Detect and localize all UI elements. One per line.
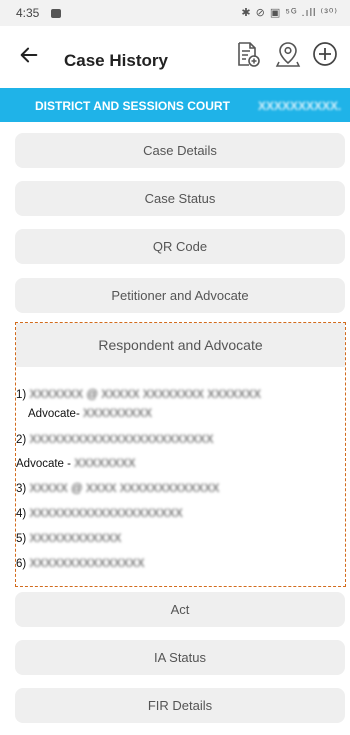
respondent-1-number: 1) xyxy=(16,389,27,401)
document-add-icon[interactable] xyxy=(233,40,261,68)
respondent-5: 5) XXXXXXXXXXXX xyxy=(16,533,121,545)
respondent-4-number: 4) xyxy=(16,508,27,520)
page-title: Case History xyxy=(64,51,168,70)
petitioner-advocate-label: Petitioner and Advocate xyxy=(111,288,249,303)
court-name-redacted: XXXXXXXXXX. xyxy=(258,99,342,113)
location-pin-icon[interactable] xyxy=(274,40,302,68)
respondent-3: 3) XXXXX @ XXXX XXXXXXXXXXXXX xyxy=(16,483,219,495)
back-icon[interactable] xyxy=(18,44,40,66)
respondent-advocate-button[interactable]: Respondent and Advocate xyxy=(16,323,345,367)
add-circle-icon[interactable] xyxy=(311,40,339,68)
respondent-1-advocate: Advocate- XXXXXXXXX xyxy=(28,408,152,420)
respondent-3-name: XXXXX @ XXXX XXXXXXXXXXXXX xyxy=(29,483,220,495)
app-bar: Case History xyxy=(0,26,350,88)
respondent-1-advocate-name: XXXXXXXXX xyxy=(82,408,153,420)
respondent-1: 1) XXXXXXX @ XXXXX XXXXXXXX XXXXXXX xyxy=(16,389,261,401)
respondent-2-advocate: Advocate - XXXXXXXX xyxy=(16,458,136,470)
qr-code-button[interactable]: QR Code xyxy=(15,229,345,264)
case-details-label: Case Details xyxy=(143,143,217,158)
court-banner: DISTRICT AND SESSIONS COURT XXXXXXXXXX. xyxy=(0,88,350,122)
status-time: 4:35 xyxy=(16,6,40,20)
act-button[interactable]: Act xyxy=(15,592,345,627)
respondent-6-name: XXXXXXXXXXXXXXX xyxy=(29,558,145,570)
case-status-button[interactable]: Case Status xyxy=(15,181,345,216)
case-details-button[interactable]: Case Details xyxy=(15,133,345,168)
notification-icon xyxy=(51,9,61,18)
fir-details-button[interactable]: FIR Details xyxy=(15,688,345,723)
act-label: Act xyxy=(170,602,190,617)
respondent-2: 2) XXXXXXXXXXXXXXXXXXXXXXXX xyxy=(16,434,214,446)
case-status-label: Case Status xyxy=(144,191,216,206)
respondent-5-number: 5) xyxy=(16,533,27,545)
respondent-2-number: 2) xyxy=(16,434,27,446)
respondent-advocate-label: Respondent and Advocate xyxy=(98,337,263,353)
status-bar: 4:35 ✱ ⊘ ▣ ⁵ᴳ .ıll ⁽³⁰⁾ xyxy=(0,0,350,26)
ia-status-button[interactable]: IA Status xyxy=(15,640,345,675)
respondent-2-advocate-name: XXXXXXXX xyxy=(74,458,136,470)
respondent-6: 6) XXXXXXXXXXXXXXX xyxy=(16,558,145,570)
ia-status-label: IA Status xyxy=(153,650,207,665)
respondent-5-name: XXXXXXXXXXXX xyxy=(29,533,122,545)
court-name: DISTRICT AND SESSIONS COURT xyxy=(35,99,230,113)
respondent-4-name: XXXXXXXXXXXXXXXXXXXX xyxy=(29,508,183,520)
respondent-3-number: 3) xyxy=(16,483,27,495)
respondent-panel: Respondent and Advocate 1) XXXXXXX @ XXX… xyxy=(15,322,346,587)
fir-details-label: FIR Details xyxy=(147,698,213,713)
respondent-2-advocate-label: Advocate - xyxy=(16,458,71,470)
respondent-1-name: XXXXXXX @ XXXXX XXXXXXXX XXXXXXX xyxy=(29,389,261,401)
petitioner-advocate-button[interactable]: Petitioner and Advocate xyxy=(15,278,345,313)
respondent-4: 4) XXXXXXXXXXXXXXXXXXXX xyxy=(16,508,183,520)
respondent-2-name: XXXXXXXXXXXXXXXXXXXXXXXX xyxy=(29,434,214,446)
qr-code-label: QR Code xyxy=(152,239,208,254)
respondent-6-number: 6) xyxy=(16,558,27,570)
status-icons: ✱ ⊘ ▣ ⁵ᴳ .ıll ⁽³⁰⁾ xyxy=(241,7,338,19)
respondent-1-advocate-label: Advocate- xyxy=(28,408,80,420)
